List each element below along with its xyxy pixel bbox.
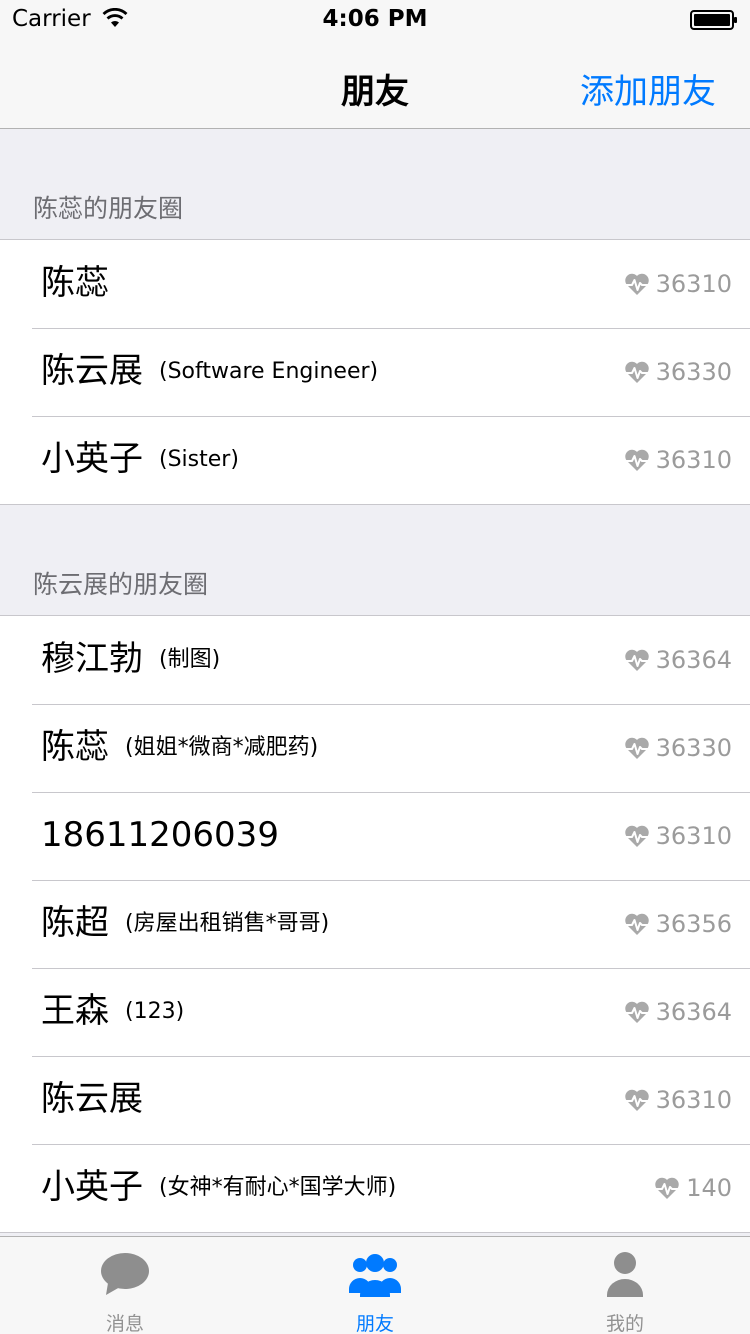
friend-name: 穆江勃 (制图) — [41, 638, 220, 681]
friend-name-text: 陈云展 — [41, 351, 143, 391]
friend-name: 陈蕊 (姐姐*微商*减肥药) — [41, 726, 318, 769]
heart-pulse-icon — [624, 649, 649, 671]
section-header: 陈蕊的朋友圈 — [0, 129, 750, 240]
friend-name: 王森 (123) — [41, 990, 184, 1033]
tab-bar: 消息 朋友 我的 — [0, 1236, 750, 1334]
section-header-label: 陈蕊的朋友圈 — [33, 194, 184, 223]
friend-score: 140 — [654, 1172, 732, 1204]
friend-row[interactable]: 陈蕊 (姐姐*微商*减肥药) 36330 — [0, 704, 750, 792]
friend-row[interactable]: 18611206039 36310 — [0, 792, 750, 880]
friend-name: 小英子 (女神*有耐心*国学大师) — [41, 1166, 396, 1209]
heart-pulse-icon — [624, 1089, 649, 1111]
status-bar: Carrier 4:06 PM — [0, 0, 750, 40]
friend-name: 陈超 (房屋出租销售*哥哥) — [41, 902, 329, 945]
chat-bubble-icon — [101, 1253, 149, 1295]
section-header-label: 陈云展的朋友圈 — [33, 570, 209, 599]
friend-note: (Software Engineer) — [159, 359, 379, 384]
tab-label: 朋友 — [355, 1313, 394, 1334]
tab-label: 消息 — [105, 1313, 144, 1334]
friend-score-value: 36310 — [655, 270, 732, 298]
friend-note: (房屋出租销售*哥哥) — [125, 911, 330, 936]
heart-pulse-icon — [624, 1001, 649, 1023]
friend-list: 陈蕊 36310 陈云展 (Software Engineer) 36330 小英子 (Si… — [0, 240, 750, 505]
friend-score-value: 36356 — [655, 910, 732, 938]
friend-score: 36330 — [624, 356, 732, 388]
friend-note: (姐姐*微商*减肥药) — [125, 735, 319, 760]
friend-name-text: 穆江勃 — [41, 639, 143, 679]
friend-score: 36310 — [624, 820, 732, 852]
person-icon — [607, 1252, 643, 1297]
friend-score: 36310 — [624, 1084, 732, 1116]
tab-me[interactable]: 我的 — [500, 1237, 750, 1334]
friend-name-text: 王森 — [41, 991, 109, 1031]
heart-pulse-icon — [624, 361, 649, 383]
friend-row[interactable]: 王森 (123) 36364 — [0, 968, 750, 1056]
tab-friends[interactable]: 朋友 — [250, 1237, 500, 1334]
friend-note: (123) — [125, 999, 185, 1024]
friend-name-text: 18611206039 — [41, 815, 279, 855]
friend-row[interactable]: 小英子 (女神*有耐心*国学大师) 140 — [0, 1144, 750, 1232]
friend-score-value: 36364 — [655, 998, 732, 1026]
friend-row[interactable]: 陈蕊 36310 — [0, 240, 750, 328]
friend-row[interactable]: 小英子 (Sister) 36310 — [0, 416, 750, 504]
friend-score-value: 36310 — [655, 1086, 732, 1114]
friend-name-text: 小英子 — [41, 439, 143, 479]
friend-name: 陈云展 — [41, 1078, 143, 1120]
friend-row[interactable]: 穆江勃 (制图) 36364 — [0, 616, 750, 704]
friend-score-value: 36310 — [655, 446, 732, 474]
heart-pulse-icon — [624, 825, 649, 847]
heart-pulse-icon — [624, 913, 649, 935]
friend-score: 36310 — [624, 444, 732, 476]
heart-pulse-icon — [624, 449, 649, 471]
battery-icon — [690, 10, 737, 30]
friend-score-value: 140 — [686, 1174, 732, 1202]
friend-row[interactable]: 陈云展 (Software Engineer) 36330 — [0, 328, 750, 416]
friend-note: (制图) — [159, 647, 221, 672]
friends-list[interactable]: 陈蕊的朋友圈陈蕊 36310 陈云展 (Software Engineer) 36330… — [0, 129, 750, 1233]
friend-row[interactable]: 陈云展 36310 — [0, 1056, 750, 1144]
friend-score: 36330 — [624, 732, 732, 764]
heart-pulse-icon — [624, 737, 649, 759]
friend-name-text: 陈蕊 — [41, 727, 109, 767]
friend-name: 18611206039 — [41, 814, 279, 856]
heart-pulse-icon — [655, 1177, 680, 1199]
friend-score: 36364 — [624, 996, 732, 1028]
section-header: 陈云展的朋友圈 — [0, 505, 750, 616]
friend-note: (女神*有耐心*国学大师) — [159, 1175, 397, 1200]
friend-score: 36364 — [624, 644, 732, 676]
tab-label: 我的 — [605, 1313, 644, 1334]
friend-note: (Sister) — [159, 447, 239, 472]
friend-score: 36356 — [624, 908, 732, 940]
people-group-icon — [349, 1254, 401, 1297]
friend-name-text: 陈超 — [41, 903, 109, 943]
navigation-bar: 朋友 添加朋友 — [0, 40, 750, 129]
friend-row[interactable]: 陈超 (房屋出租销售*哥哥) 36356 — [0, 880, 750, 968]
tab-messages[interactable]: 消息 — [0, 1237, 250, 1334]
friend-score-value: 36330 — [655, 358, 732, 386]
add-friend-button[interactable]: 添加朋友 — [580, 64, 716, 113]
friend-name-text: 小英子 — [41, 1167, 143, 1207]
friend-name: 小英子 (Sister) — [41, 438, 239, 481]
friend-name-text: 陈云展 — [41, 1079, 143, 1119]
friend-score-value: 36364 — [655, 646, 732, 674]
friend-name: 陈蕊 — [41, 262, 109, 304]
friend-score: 36310 — [624, 268, 732, 300]
friend-name-text: 陈蕊 — [41, 263, 109, 303]
friend-list: 穆江勃 (制图) 36364 陈蕊 (姐姐*微商*减肥药) 36330 1861120603… — [0, 616, 750, 1233]
friend-score-value: 36310 — [655, 822, 732, 850]
heart-pulse-icon — [624, 273, 649, 295]
friend-name: 陈云展 (Software Engineer) — [41, 350, 378, 393]
status-time: 4:06 PM — [322, 6, 428, 32]
friend-score-value: 36330 — [655, 734, 732, 762]
